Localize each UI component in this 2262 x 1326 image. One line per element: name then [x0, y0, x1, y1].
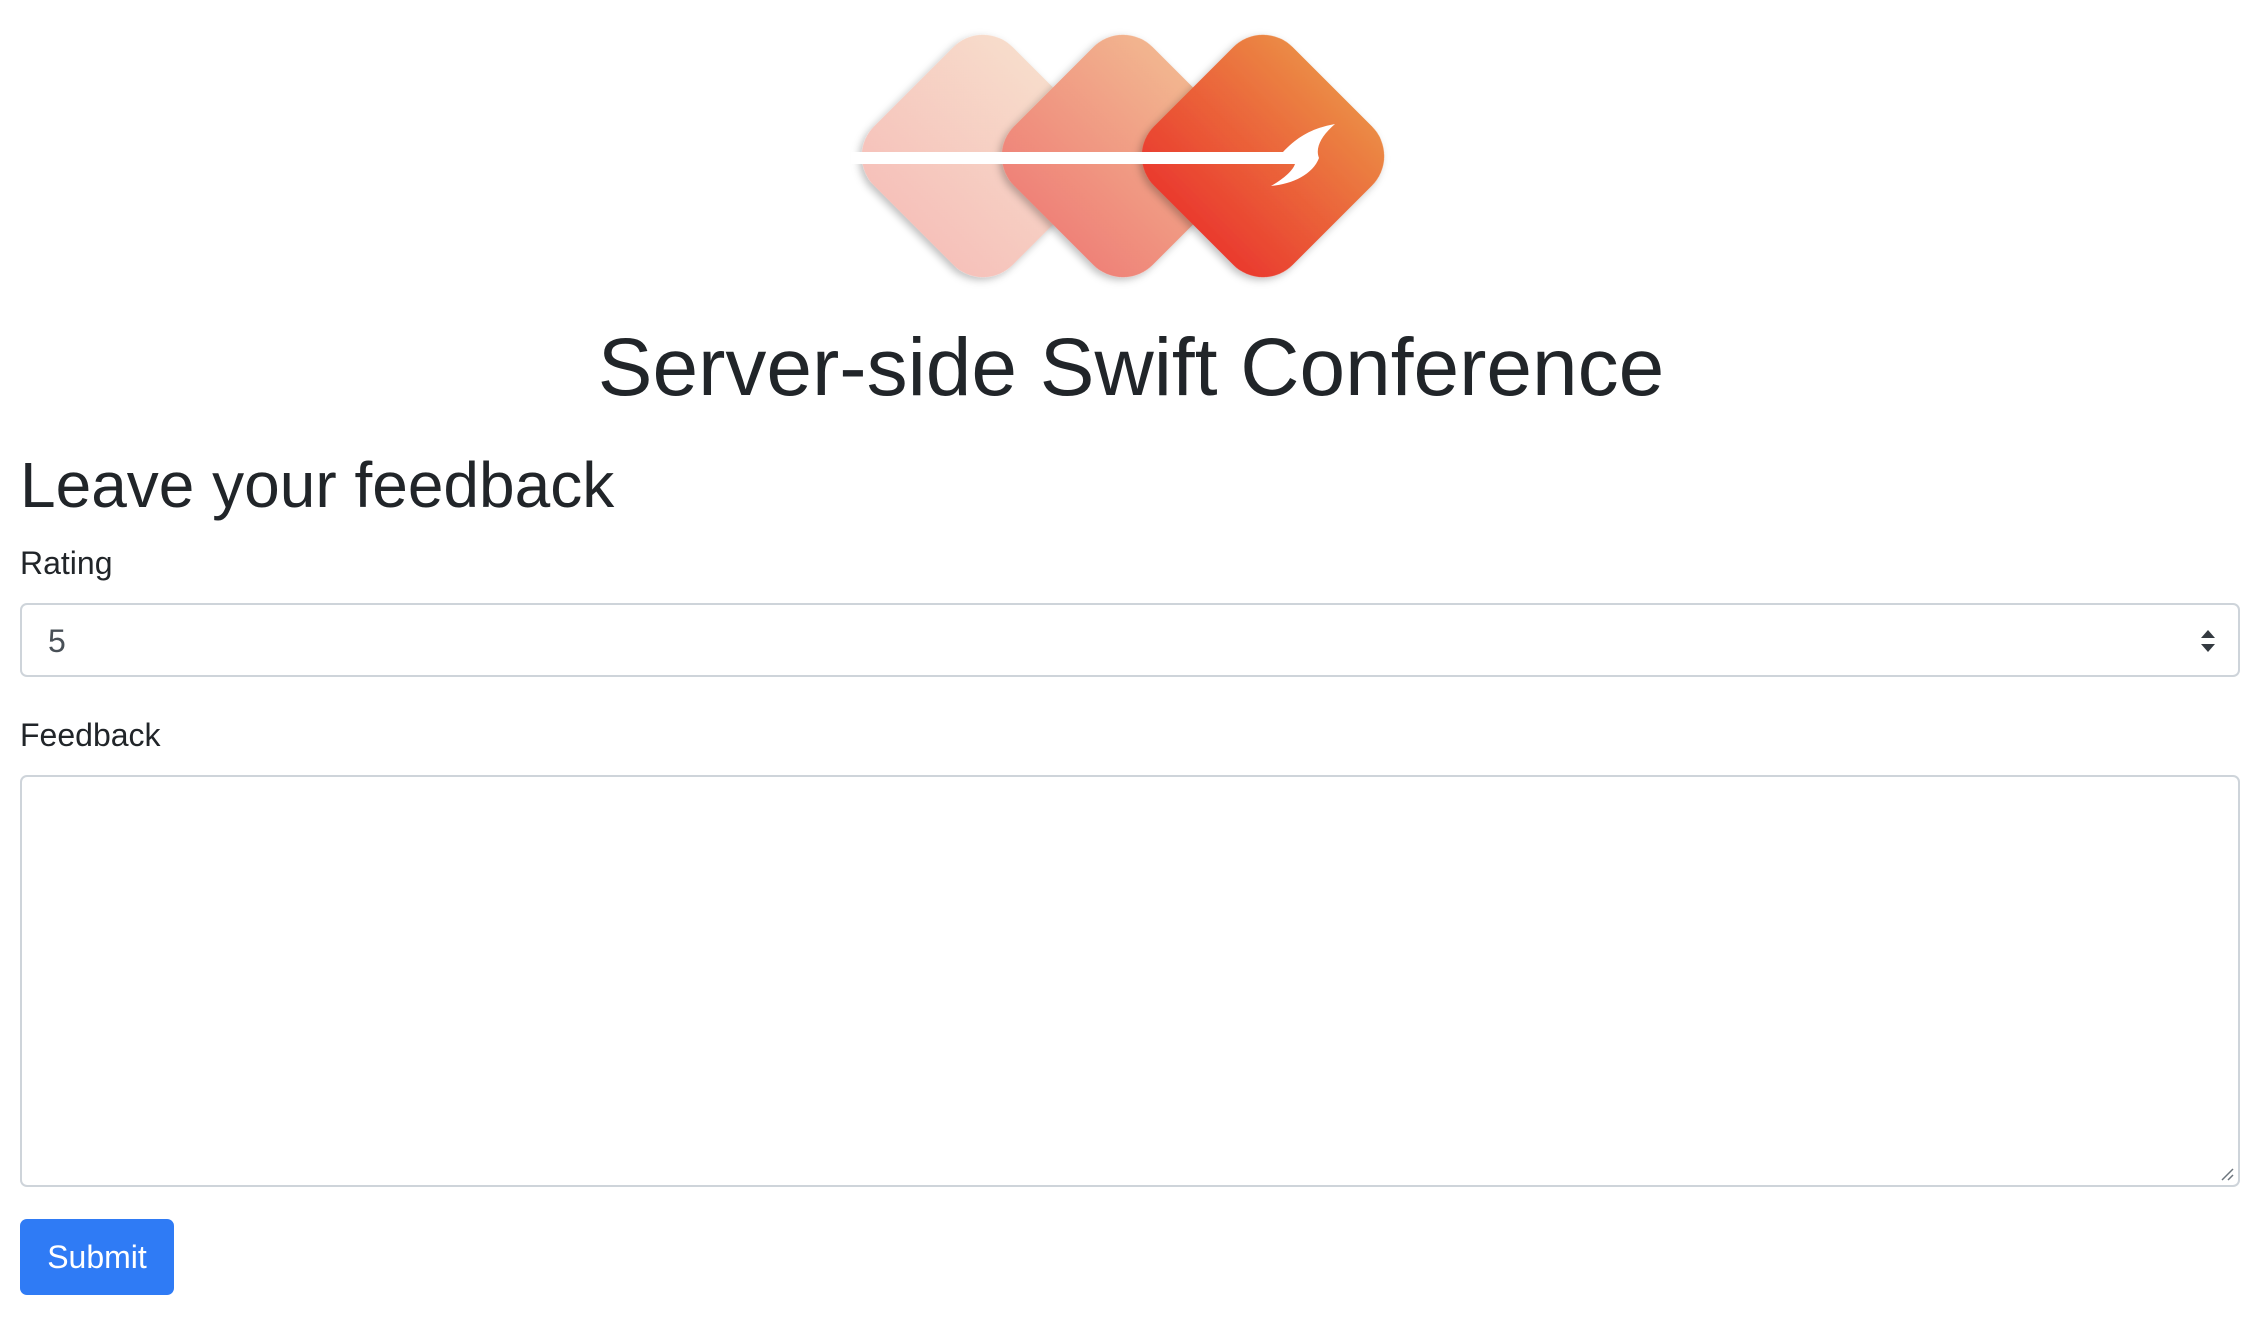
- swift-conference-logo-icon: [851, 34, 1385, 278]
- rating-label: Rating: [20, 545, 113, 581]
- form-heading: Leave your feedback: [20, 449, 615, 521]
- submit-button[interactable]: Submit: [20, 1219, 174, 1295]
- rating-selected-value: 5: [48, 623, 66, 659]
- feedback-label: Feedback: [20, 717, 161, 753]
- select-updown-icon: [2201, 630, 2215, 652]
- rating-select[interactable]: 5: [20, 603, 2240, 677]
- feedback-textarea[interactable]: [20, 775, 2240, 1187]
- resize-grip-icon[interactable]: [2218, 1165, 2234, 1181]
- conference-title: Server-side Swift Conference: [597, 322, 1665, 413]
